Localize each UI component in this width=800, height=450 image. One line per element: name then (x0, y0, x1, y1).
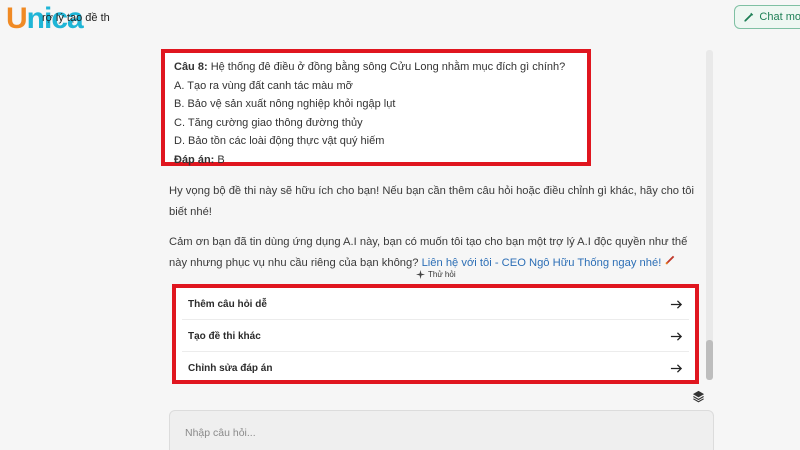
arrow-right-icon (670, 363, 683, 373)
arrow-right-icon (670, 332, 683, 341)
question-label: Câu 8: (174, 61, 208, 73)
chat-scrollbar[interactable] (706, 50, 713, 380)
question-line: Câu 8: Hệ thống đê điều ở đồng bằng sông… (174, 58, 587, 77)
scrollbar-thumb[interactable] (706, 340, 713, 380)
suggestion-create-another-exam[interactable]: Tạo đề thi khác (182, 322, 689, 352)
message-thanks: Cảm ơn bạn đã tin dùng ứng dụng A.I này,… (169, 232, 699, 274)
question-card: Câu 8: Hệ thống đê điều ở đồng bằng sông… (161, 49, 591, 166)
try-asking-text: Thử hỏi (428, 270, 456, 279)
chat-input-box[interactable] (169, 410, 714, 450)
option-a: A. Tạo ra vùng đất canh tác màu mỡ (174, 79, 353, 92)
suggestion-label: Chỉnh sửa đáp án (188, 362, 273, 374)
option-c: C. Tăng cường giao thông đường thủy (174, 116, 363, 129)
suggestion-edit-answers[interactable]: Chỉnh sửa đáp án (182, 353, 689, 383)
contact-link[interactable]: Liên hệ với tôi - CEO Ngô Hữu Thống ngay… (422, 257, 662, 269)
question-input[interactable] (170, 411, 713, 450)
answer-value: B (217, 153, 225, 166)
logo-u: U (6, 2, 28, 35)
header: Unica rợ lý tạo đề th Chat mo (0, 0, 800, 36)
edit-icon (744, 12, 754, 22)
suggestion-label: Tạo đề thi khác (188, 331, 261, 342)
sparkle-icon (416, 270, 425, 279)
rocket-icon (666, 255, 675, 265)
message-hope: Hy vọng bộ đề thi này sẽ hữu ích cho bạn… (169, 185, 694, 218)
app-title: rợ lý tạo đề th (42, 12, 110, 24)
answer-label: Đáp án: (174, 153, 215, 166)
suggestion-label: Thêm câu hỏi dễ (188, 299, 267, 310)
option-d: D. Bảo tồn các loài động thực vật quý hi… (174, 135, 385, 148)
try-asking-label: Thử hỏi (416, 270, 456, 279)
answer-line: Đáp án: B (174, 151, 587, 170)
suggestion-list: Thêm câu hỏi dễ Tạo đề thi khác Chỉnh sử… (172, 284, 699, 384)
layers-icon[interactable] (692, 390, 705, 403)
question-text: Hệ thống đê điều ở đồng bằng sông Cửu Lo… (210, 61, 566, 73)
arrow-right-icon (670, 300, 683, 309)
option-b: B. Bảo vệ sản xuất nông nghiệp khỏi ngập… (174, 98, 396, 111)
chat-button-label: Chat mo (759, 11, 800, 23)
suggestion-add-easy-question[interactable]: Thêm câu hỏi dễ (182, 290, 689, 320)
new-chat-button[interactable]: Chat mo (734, 5, 800, 29)
